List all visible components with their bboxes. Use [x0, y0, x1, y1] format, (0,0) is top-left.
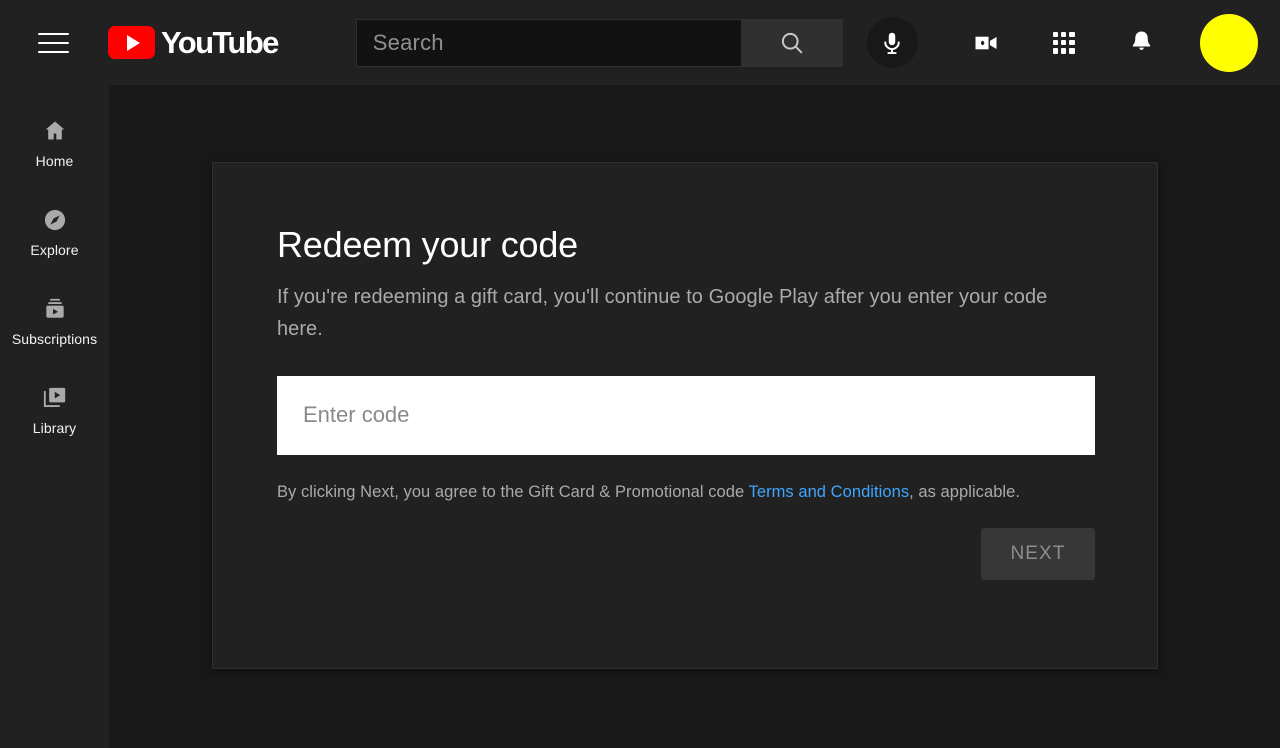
next-button[interactable]: NEXT: [981, 527, 1095, 580]
youtube-play-icon: [108, 26, 155, 59]
page-title: Redeem your code: [277, 224, 578, 265]
create-video-icon[interactable]: [972, 29, 1000, 57]
code-input[interactable]: [277, 375, 1095, 455]
header-icon-group: [972, 29, 1156, 57]
terms-suffix: , as applicable.: [909, 482, 1020, 501]
sidebar-item-library[interactable]: Library: [0, 366, 109, 455]
sidebar-item-label: Home: [35, 153, 74, 169]
terms-text: By clicking Next, you agree to the Gift …: [277, 481, 1037, 504]
sidebar-item-subscriptions[interactable]: Subscriptions: [0, 277, 109, 366]
sidebar-item-label: Subscriptions: [11, 331, 98, 347]
search-placeholder: Search: [372, 29, 444, 55]
terms-and-conditions-link[interactable]: Terms and Conditions: [749, 483, 910, 501]
voice-search-button[interactable]: [866, 17, 918, 68]
content-area: Redeem your code If you're redeeming a g…: [109, 85, 1280, 748]
sidebar-item-label: Explore: [30, 242, 79, 258]
youtube-logo[interactable]: YouTube: [108, 23, 279, 63]
card-description: If you're redeeming a gift card, you'll …: [277, 285, 1048, 340]
hamburger-menu-icon[interactable]: [30, 20, 76, 66]
magnifier-icon: [781, 32, 803, 53]
search-bar: Search: [355, 18, 843, 67]
next-button-row: NEXT: [277, 527, 1095, 580]
search-button[interactable]: [740, 18, 843, 67]
sidebar-item-explore[interactable]: Explore: [0, 188, 109, 277]
library-icon: [43, 387, 65, 407]
sidebar: Home Explore Subscriptions Library: [0, 85, 109, 748]
search-input[interactable]: Search: [355, 18, 741, 67]
sidebar-item-home[interactable]: Home: [0, 99, 109, 188]
masthead: YouTube Search: [0, 0, 1280, 85]
home-icon: [45, 121, 64, 140]
apps-grid-icon[interactable]: [1050, 29, 1078, 57]
compass-icon: [44, 209, 65, 231]
microphone-icon: [884, 32, 900, 54]
sidebar-item-label: Library: [32, 420, 77, 436]
account-avatar[interactable]: [1199, 13, 1258, 72]
subscriptions-icon: [45, 298, 64, 318]
terms-prefix: By clicking Next, you agree to the Gift …: [277, 482, 749, 501]
notifications-bell-icon[interactable]: [1128, 29, 1156, 57]
youtube-wordmark: YouTube: [161, 25, 279, 60]
redeem-code-card: Redeem your code If you're redeeming a g…: [212, 162, 1158, 669]
